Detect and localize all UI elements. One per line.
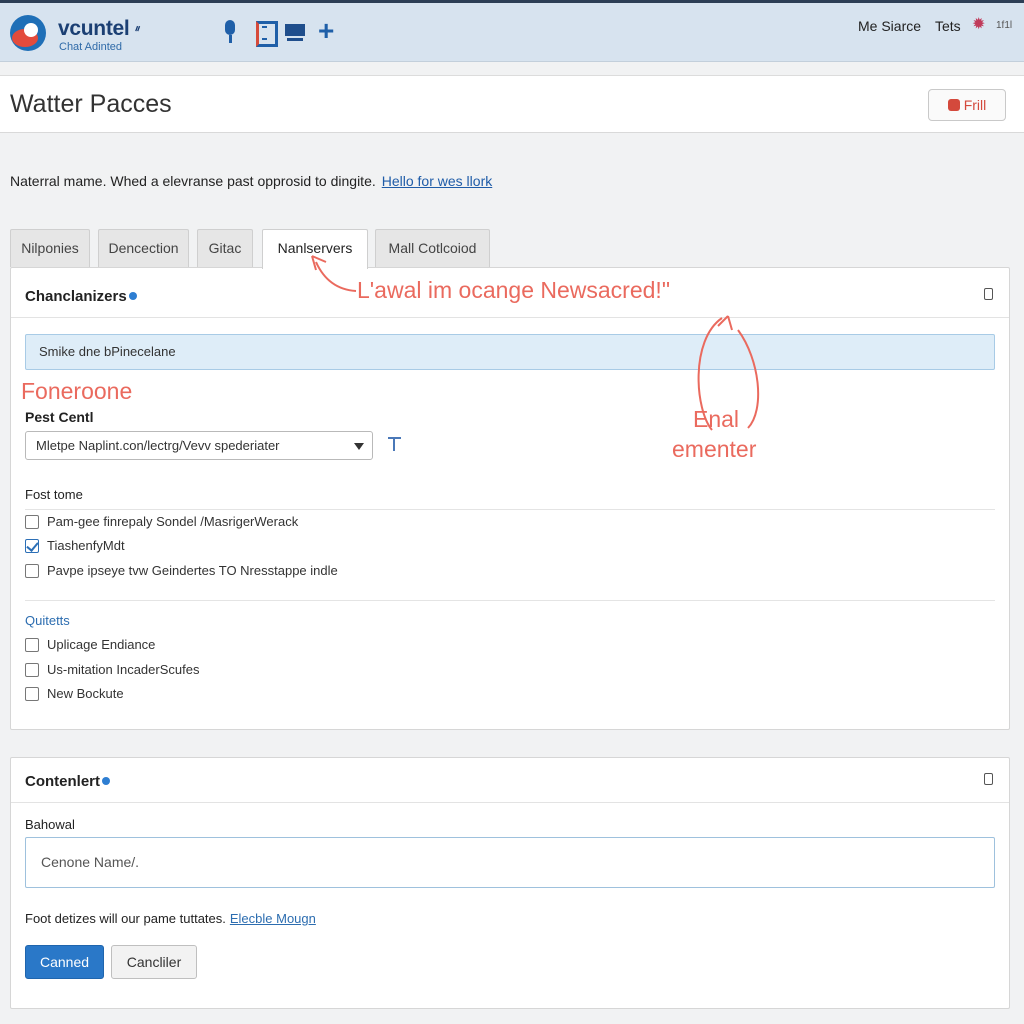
flag-icon [947, 99, 960, 111]
chevron-down-icon [354, 443, 364, 450]
pest-field-label: Pest Centl [25, 409, 94, 425]
filter-icon[interactable] [387, 436, 403, 452]
tests-link[interactable]: Tets [935, 18, 961, 34]
help-link[interactable]: Hello for wes llork [382, 173, 492, 189]
checkbox-row[interactable]: Pam-gee finrepaly Sondel /MasrigerWerack [25, 514, 298, 532]
full-button-label: Frill [963, 97, 987, 113]
plus-icon[interactable]: + [318, 17, 338, 45]
checkbox-row[interactable]: Us-mitation IncaderScufes [25, 662, 199, 680]
bahowal-label: Bahowal [25, 817, 75, 832]
page-title: Watter Pacces [10, 90, 172, 118]
footnote: Foot detizes will our pame tuttates. Elec… [25, 911, 316, 926]
brand-name: vcuntel ᐥ [58, 17, 141, 40]
page-header: Watter Pacces Frill [0, 75, 1024, 133]
quitetts-section-link[interactable]: Quitetts [25, 613, 70, 628]
checkbox-row[interactable]: TiashenfyMdt [25, 538, 125, 556]
checkbox[interactable] [25, 638, 39, 652]
checkbox-row[interactable]: Pavpe ipseye tvw Geindertes TO Nresstapp… [25, 563, 338, 581]
card-title: Chanclanizers [25, 288, 137, 305]
checkbox-row[interactable]: Uplicage Endiance [25, 637, 155, 655]
info-dot-icon [128, 292, 137, 300]
checkbox[interactable] [25, 564, 39, 578]
checkbox-checked[interactable] [25, 539, 39, 553]
checkbox[interactable] [25, 663, 39, 677]
annotation-email-line2: ementer [672, 436, 757, 462]
checkbox-label: Pavpe ipseye tvw Geindertes TO Nresstapp… [47, 563, 338, 578]
footnote-link[interactable]: Elecble Mougn [230, 911, 316, 926]
top-bar: vcuntel ᐥ Chat Adinted + Me Siarce Tets … [0, 0, 1024, 62]
canned-button[interactable]: Canned [25, 945, 104, 979]
tab-nilponies[interactable]: Nilponies [10, 229, 90, 267]
tab-gitac[interactable]: Gitac [197, 229, 253, 267]
annotation-orange-note: L'awal im ocange Newsacred!" [357, 277, 670, 303]
divider [25, 509, 995, 510]
collapse-icon[interactable] [984, 288, 993, 300]
monitor-icon[interactable] [285, 20, 307, 44]
checkbox[interactable] [25, 515, 39, 529]
checkbox[interactable] [25, 687, 39, 701]
cancel-button[interactable]: Cancliler [111, 945, 197, 979]
full-button[interactable]: Frill [928, 89, 1006, 121]
card-contenlert: Contenlert Bahowal Cenone Name/. Foot de… [10, 757, 1010, 1009]
divider [25, 600, 995, 601]
logo-icon[interactable] [10, 15, 46, 51]
checkbox-label: New Bockute [47, 686, 124, 701]
tab-nanlservers[interactable]: Nanlservers [262, 229, 368, 269]
annotation-email-line1: Enal [693, 406, 740, 432]
checkbox-label: Us-mitation IncaderScufes [47, 662, 200, 677]
checkbox-row[interactable]: New Bockute [25, 686, 124, 704]
name-input[interactable]: Cenone Name/. [25, 837, 995, 888]
brand-subtitle: Chat Adinted [59, 41, 122, 53]
notice-body: Naterral mame. Whed a elevranse past opp… [10, 173, 376, 189]
group1-label: Fost tome [25, 487, 83, 502]
info-bar: Smike dne bPinecelane [25, 334, 995, 370]
footnote-text: Foot detizes will our pame tuttates. [25, 911, 226, 926]
gear-icon[interactable]: ✹ [972, 17, 988, 33]
topbar-extra: 1f1l [996, 20, 1013, 31]
select-value: Mletpe Naplint.con/lectrg/Vevv spederiat… [36, 438, 280, 453]
card-header: Contenlert [11, 758, 1009, 803]
tab-dencection[interactable]: Dencection [98, 229, 189, 267]
microphone-icon[interactable] [220, 20, 240, 44]
card-chanclanizers: Chanclanizers Smike dne bPinecelane Fone… [10, 267, 1010, 730]
checkbox-label: Pam-gee finrepaly Sondel /MasrigerWerack [47, 514, 299, 529]
card-title: Contenlert [25, 773, 110, 790]
url-select[interactable]: Mletpe Naplint.con/lectrg/Vevv spederiat… [25, 431, 373, 460]
annotation-red-label: Foneroone [21, 378, 133, 404]
tab-mall-cotlcoiod[interactable]: Mall Cotlcoiod [375, 229, 490, 267]
collapse-icon[interactable] [984, 773, 993, 785]
info-dot-icon [102, 777, 110, 785]
notice-text: Naterral mame. Whed a elevranse past opp… [10, 173, 492, 189]
document-icon[interactable] [254, 20, 278, 47]
checkbox-label: TiashenfyMdt [47, 538, 125, 553]
user-menu[interactable]: Me Siarce [858, 18, 921, 34]
checkbox-label: Uplicage Endiance [47, 637, 156, 652]
